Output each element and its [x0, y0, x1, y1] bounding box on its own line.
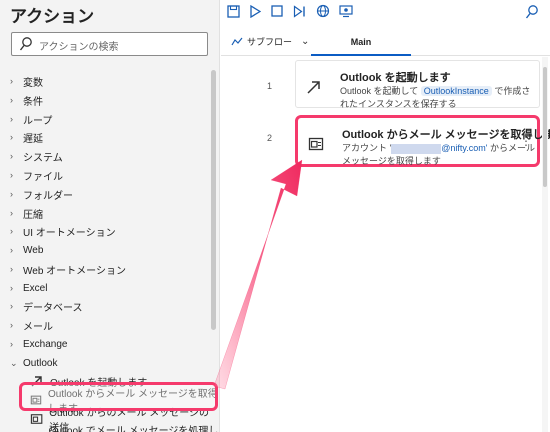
- tab-main[interactable]: Main: [311, 29, 411, 56]
- stop-icon: [271, 5, 283, 17]
- action-search-input[interactable]: アクションの検索: [11, 32, 208, 56]
- toolbar-search-button[interactable]: [524, 3, 540, 19]
- category-system[interactable]: › システム: [10, 147, 63, 165]
- chevron-right-icon: ›: [10, 170, 13, 180]
- scroll-thumb[interactable]: [543, 67, 547, 187]
- subflow-icon: [231, 37, 243, 45]
- chevron-right-icon: ›: [10, 95, 13, 105]
- chevron-right-icon: ›: [10, 114, 13, 124]
- category-label: システム: [23, 152, 63, 164]
- next-step-button[interactable]: [291, 3, 307, 19]
- search-icon: [525, 4, 538, 18]
- chevron-down-icon: ⌄: [10, 357, 18, 368]
- desktop-recorder-icon: [339, 5, 353, 18]
- category-label: ループ: [23, 115, 53, 127]
- category-variables[interactable]: › 変数: [10, 72, 43, 90]
- chevron-right-icon: ›: [10, 208, 13, 218]
- actions-pane: アクション アクションの検索 › 変数 › 条件 › ループ › 遅延 › システム › フ…: [0, 0, 220, 432]
- stop-button[interactable]: [269, 3, 285, 19]
- search-placeholder: アクションの検索: [39, 42, 119, 53]
- step-description: アカウント ' @nifty.com' からメール メッセージを取得します: [342, 142, 538, 168]
- category-label: UI オートメーション: [23, 227, 116, 239]
- chevron-right-icon: ›: [10, 226, 13, 236]
- category-conditionals[interactable]: › 条件: [10, 91, 43, 109]
- step-title: Outlook からメール メッセージを取得します: [342, 129, 550, 141]
- subflow-dropdown[interactable]: サブフロー ⌄: [231, 35, 309, 48]
- category-excel[interactable]: › Excel: [10, 279, 47, 297]
- category-label: メール: [23, 321, 53, 333]
- category-folder[interactable]: › フォルダー: [10, 185, 73, 203]
- category-label: Excel: [23, 282, 48, 294]
- subflow-label: サブフロー: [247, 37, 293, 47]
- flow-canvas: 1 Outlook を起動します Outlook を起動して OutlookIn…: [221, 57, 550, 432]
- outlook-mail-icon: [30, 414, 43, 424]
- category-label: 条件: [23, 96, 43, 108]
- category-web-automation[interactable]: › Web オートメーション: [10, 260, 126, 278]
- web-recorder-button[interactable]: [315, 3, 331, 19]
- next-step-icon: [293, 4, 305, 18]
- desktop-recorder-button[interactable]: [338, 3, 354, 19]
- flow-tabs: サブフロー ⌄ Main: [221, 29, 550, 56]
- action-label: Outlook でメール メッセージを処理します: [48, 426, 219, 432]
- redacted-email: [391, 143, 442, 154]
- save-icon: [226, 4, 240, 18]
- flow-scrollbar[interactable]: [542, 57, 548, 432]
- run-button[interactable]: [247, 3, 263, 19]
- step-desc-text: Outlook を起動して: [340, 86, 419, 96]
- chevron-right-icon: ›: [10, 339, 13, 349]
- category-label: Exchange: [23, 338, 68, 350]
- launch-arrow-icon: [307, 81, 320, 94]
- search-icon: [19, 37, 32, 51]
- category-label: Web オートメーション: [23, 265, 126, 277]
- category-label: ファイル: [23, 171, 63, 183]
- chevron-right-icon: ›: [10, 151, 13, 161]
- category-file[interactable]: › ファイル: [10, 166, 63, 184]
- line-number: 1: [267, 81, 273, 91]
- category-label: 遅延: [23, 133, 43, 145]
- chevron-right-icon: ›: [10, 189, 13, 199]
- chevron-down-icon: ⌄: [301, 36, 310, 47]
- chevron-right-icon: ›: [10, 301, 13, 311]
- more-options-icon[interactable]: ⋮: [520, 134, 532, 148]
- highlight-box: [19, 382, 218, 411]
- category-compression[interactable]: › 圧縮: [10, 204, 43, 222]
- action-process-outlook-message[interactable]: Outlook でメール メッセージを処理します: [30, 426, 219, 432]
- step-title: Outlook を起動します: [340, 72, 451, 84]
- designer-toolbar: [221, 0, 550, 24]
- chevron-right-icon: ›: [10, 283, 13, 293]
- category-ui-automation[interactable]: › UI オートメーション: [10, 222, 116, 240]
- actions-pane-title: アクション: [10, 7, 95, 26]
- tab-main-label: Main: [350, 36, 372, 47]
- step-desc-text: アカウント ': [342, 143, 392, 153]
- category-exchange[interactable]: › Exchange: [10, 335, 67, 353]
- chevron-right-icon: ›: [10, 76, 13, 86]
- category-label: フォルダー: [23, 190, 73, 202]
- category-email[interactable]: › メール: [10, 316, 53, 334]
- chevron-right-icon: ›: [10, 264, 13, 274]
- line-number: 2: [267, 133, 273, 143]
- category-label: 圧縮: [23, 209, 43, 221]
- category-label: Outlook: [23, 357, 58, 369]
- outlook-mail-icon: [308, 137, 324, 151]
- flow-step-retrieve-outlook-messages[interactable]: Outlook からメール メッセージを取得します アカウント ' @nifty.…: [295, 115, 550, 168]
- category-database[interactable]: › データベース: [10, 297, 83, 315]
- category-loops[interactable]: › ループ: [10, 110, 52, 128]
- web-recorder-icon: [316, 4, 330, 18]
- category-label: Web: [23, 244, 44, 256]
- email-domain: @nifty.com': [441, 143, 488, 153]
- chevron-right-icon: ›: [10, 320, 13, 330]
- category-outlook[interactable]: ⌄ Outlook: [10, 354, 57, 372]
- chevron-right-icon: ›: [10, 132, 13, 142]
- step-description: Outlook を起動して OutlookInstance で作成されたインスタ…: [340, 85, 536, 111]
- category-label: データベース: [23, 302, 83, 314]
- run-icon: [250, 4, 261, 18]
- category-web[interactable]: › Web: [10, 241, 43, 259]
- flow-step-launch-outlook[interactable]: Outlook を起動します Outlook を起動して OutlookInst…: [295, 60, 540, 111]
- chevron-right-icon: ›: [10, 245, 13, 255]
- variable-token[interactable]: OutlookInstance: [420, 86, 492, 96]
- category-wait[interactable]: › 遅延: [10, 128, 43, 146]
- actions-scrollbar[interactable]: [211, 70, 216, 330]
- save-button[interactable]: [225, 3, 241, 19]
- category-label: 変数: [23, 77, 43, 89]
